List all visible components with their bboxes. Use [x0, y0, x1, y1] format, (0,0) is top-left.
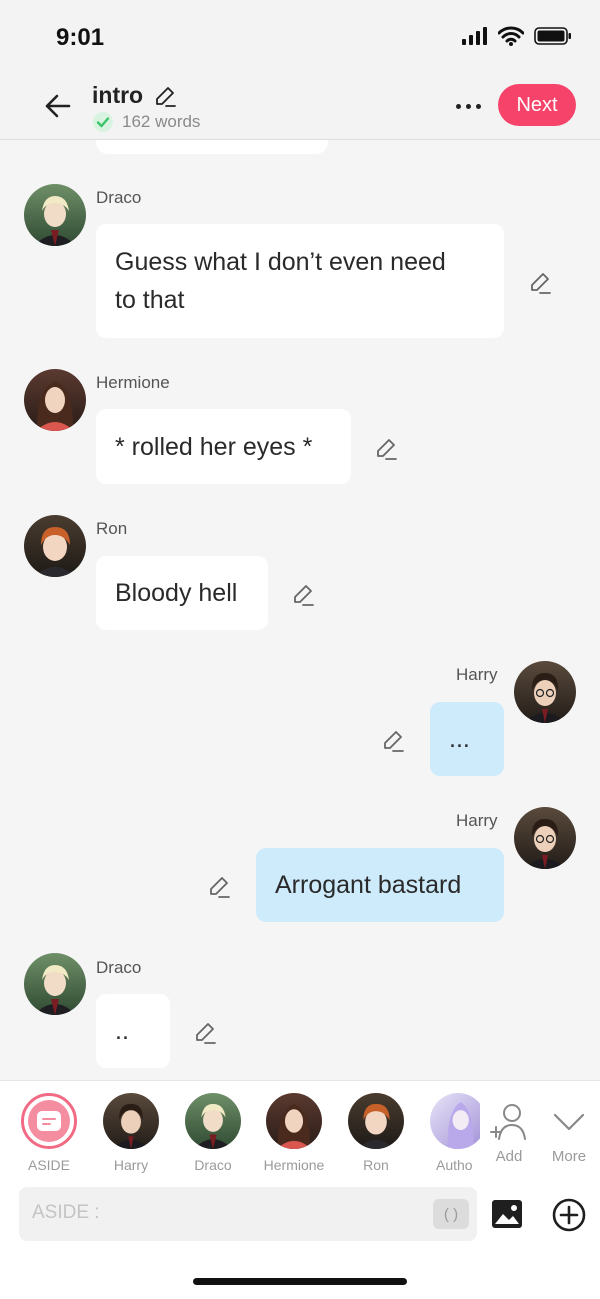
editor-header: intro 162 words Next: [0, 78, 600, 140]
character-label: Draco: [194, 1157, 232, 1173]
edit-title-icon[interactable]: [153, 84, 177, 108]
edit-message-icon[interactable]: [192, 1020, 218, 1046]
ron-portrait-icon: [348, 1093, 404, 1149]
speaker-name: Ron: [96, 519, 128, 538]
more-characters-button[interactable]: More: [542, 1099, 596, 1165]
edit-message-icon[interactable]: [380, 728, 406, 754]
aside-chat-icon: [37, 1111, 61, 1131]
word-count: 162 words: [122, 112, 201, 131]
message-bubble[interactable]: ...: [430, 702, 504, 776]
next-button[interactable]: Next: [498, 84, 576, 126]
hermione-portrait-icon: [266, 1093, 322, 1149]
hermione-portrait-icon: [24, 369, 86, 431]
speaker-name: Harry: [456, 665, 498, 684]
image-icon[interactable]: [490, 1197, 524, 1231]
edit-message-icon[interactable]: [527, 270, 553, 296]
message-text-line: Guess what I don’t even need: [115, 248, 446, 276]
add-label: Add: [495, 1148, 523, 1165]
message-text: Arrogant bastard: [275, 871, 462, 899]
message-bubble[interactable]: Guess what I don’t even need to that: [96, 224, 504, 338]
speaker-name: Draco: [96, 188, 142, 207]
edit-message-icon[interactable]: [290, 582, 316, 608]
more-options-button[interactable]: [450, 88, 486, 124]
character-draco[interactable]: Draco: [173, 1093, 253, 1173]
signal-icon: [462, 27, 487, 45]
avatar-harry[interactable]: [514, 807, 576, 869]
avatar-hermione[interactable]: [24, 369, 86, 431]
avatar: [103, 1093, 159, 1149]
aside-avatar: [21, 1093, 77, 1149]
home-indicator: [193, 1278, 407, 1285]
avatar-ron[interactable]: [24, 515, 86, 577]
character-label: Hermione: [263, 1157, 325, 1173]
message-text: ...: [449, 725, 470, 753]
avatar: [430, 1093, 480, 1149]
edit-message-icon[interactable]: [206, 874, 232, 900]
more-dot-icon: [475, 103, 481, 109]
avatar-draco[interactable]: [24, 953, 86, 1015]
message-text: * rolled her eyes *: [115, 433, 313, 461]
harry-portrait-icon: [514, 661, 576, 723]
character-author[interactable]: Autho: [418, 1093, 480, 1173]
back-arrow-icon: [45, 94, 71, 118]
message-text: Bloody hell: [115, 579, 238, 607]
message-bubble[interactable]: ..: [96, 994, 170, 1068]
character-label: Ron: [363, 1157, 389, 1173]
word-count-row: 162 words: [92, 111, 200, 133]
message-bubble[interactable]: Bloody hell: [96, 556, 268, 630]
status-bar: 9:01: [0, 0, 600, 78]
avatar-harry[interactable]: [514, 661, 576, 723]
previous-message-bubble: [96, 140, 328, 154]
character-harry[interactable]: Harry: [91, 1093, 171, 1173]
more-dot-icon: [455, 103, 461, 109]
status-icons: [462, 26, 572, 46]
speaker-name: Draco: [96, 958, 142, 977]
more-label: More: [551, 1148, 587, 1165]
avatar: [266, 1093, 322, 1149]
avatar: [185, 1093, 241, 1149]
speaker-name: Hermione: [96, 373, 170, 392]
draco-portrait-icon: [24, 184, 86, 246]
speaker-name: Harry: [456, 811, 498, 830]
page-title: intro: [92, 82, 144, 108]
chevron-down-icon: [553, 1113, 585, 1131]
message-text-line: to that: [115, 286, 185, 314]
message-bubble[interactable]: * rolled her eyes *: [96, 409, 351, 484]
character-label: ASIDE: [27, 1157, 70, 1173]
character-aside[interactable]: ASIDE: [9, 1093, 89, 1173]
ron-portrait-icon: [24, 515, 86, 577]
more-dot-icon: [465, 103, 471, 109]
add-person-icon: [490, 1104, 526, 1140]
battery-icon: [534, 27, 571, 45]
title-row: intro: [92, 82, 177, 109]
character-label: Harry: [113, 1157, 149, 1173]
harry-portrait-icon: [514, 807, 576, 869]
input-prefix: ASIDE :: [32, 1202, 100, 1223]
composer-toolbar: ASIDE Harry Draco Hermione Ron Autho Add…: [0, 1080, 600, 1299]
check-circle-icon: [93, 112, 113, 132]
message-bubble[interactable]: Arrogant bastard: [256, 848, 504, 922]
wifi-icon: [498, 26, 524, 46]
add-character-button[interactable]: Add: [482, 1099, 536, 1165]
message-input[interactable]: ASIDE : ( ): [19, 1187, 477, 1241]
avatar-draco[interactable]: [24, 184, 86, 246]
avatar: [348, 1093, 404, 1149]
action-paren-button[interactable]: ( ): [433, 1199, 469, 1229]
author-portrait-icon: [430, 1093, 480, 1149]
add-circle-icon[interactable]: [551, 1197, 587, 1233]
edit-message-icon[interactable]: [373, 436, 399, 462]
status-time: 9:01: [56, 24, 105, 51]
back-button[interactable]: [40, 88, 76, 124]
character-hermione[interactable]: Hermione: [254, 1093, 334, 1173]
character-label: Autho: [436, 1157, 473, 1173]
character-ron[interactable]: Ron: [336, 1093, 416, 1173]
draco-portrait-icon: [24, 953, 86, 1015]
harry-portrait-icon: [103, 1093, 159, 1149]
message-text: ..: [115, 1017, 129, 1045]
draco-portrait-icon: [185, 1093, 241, 1149]
